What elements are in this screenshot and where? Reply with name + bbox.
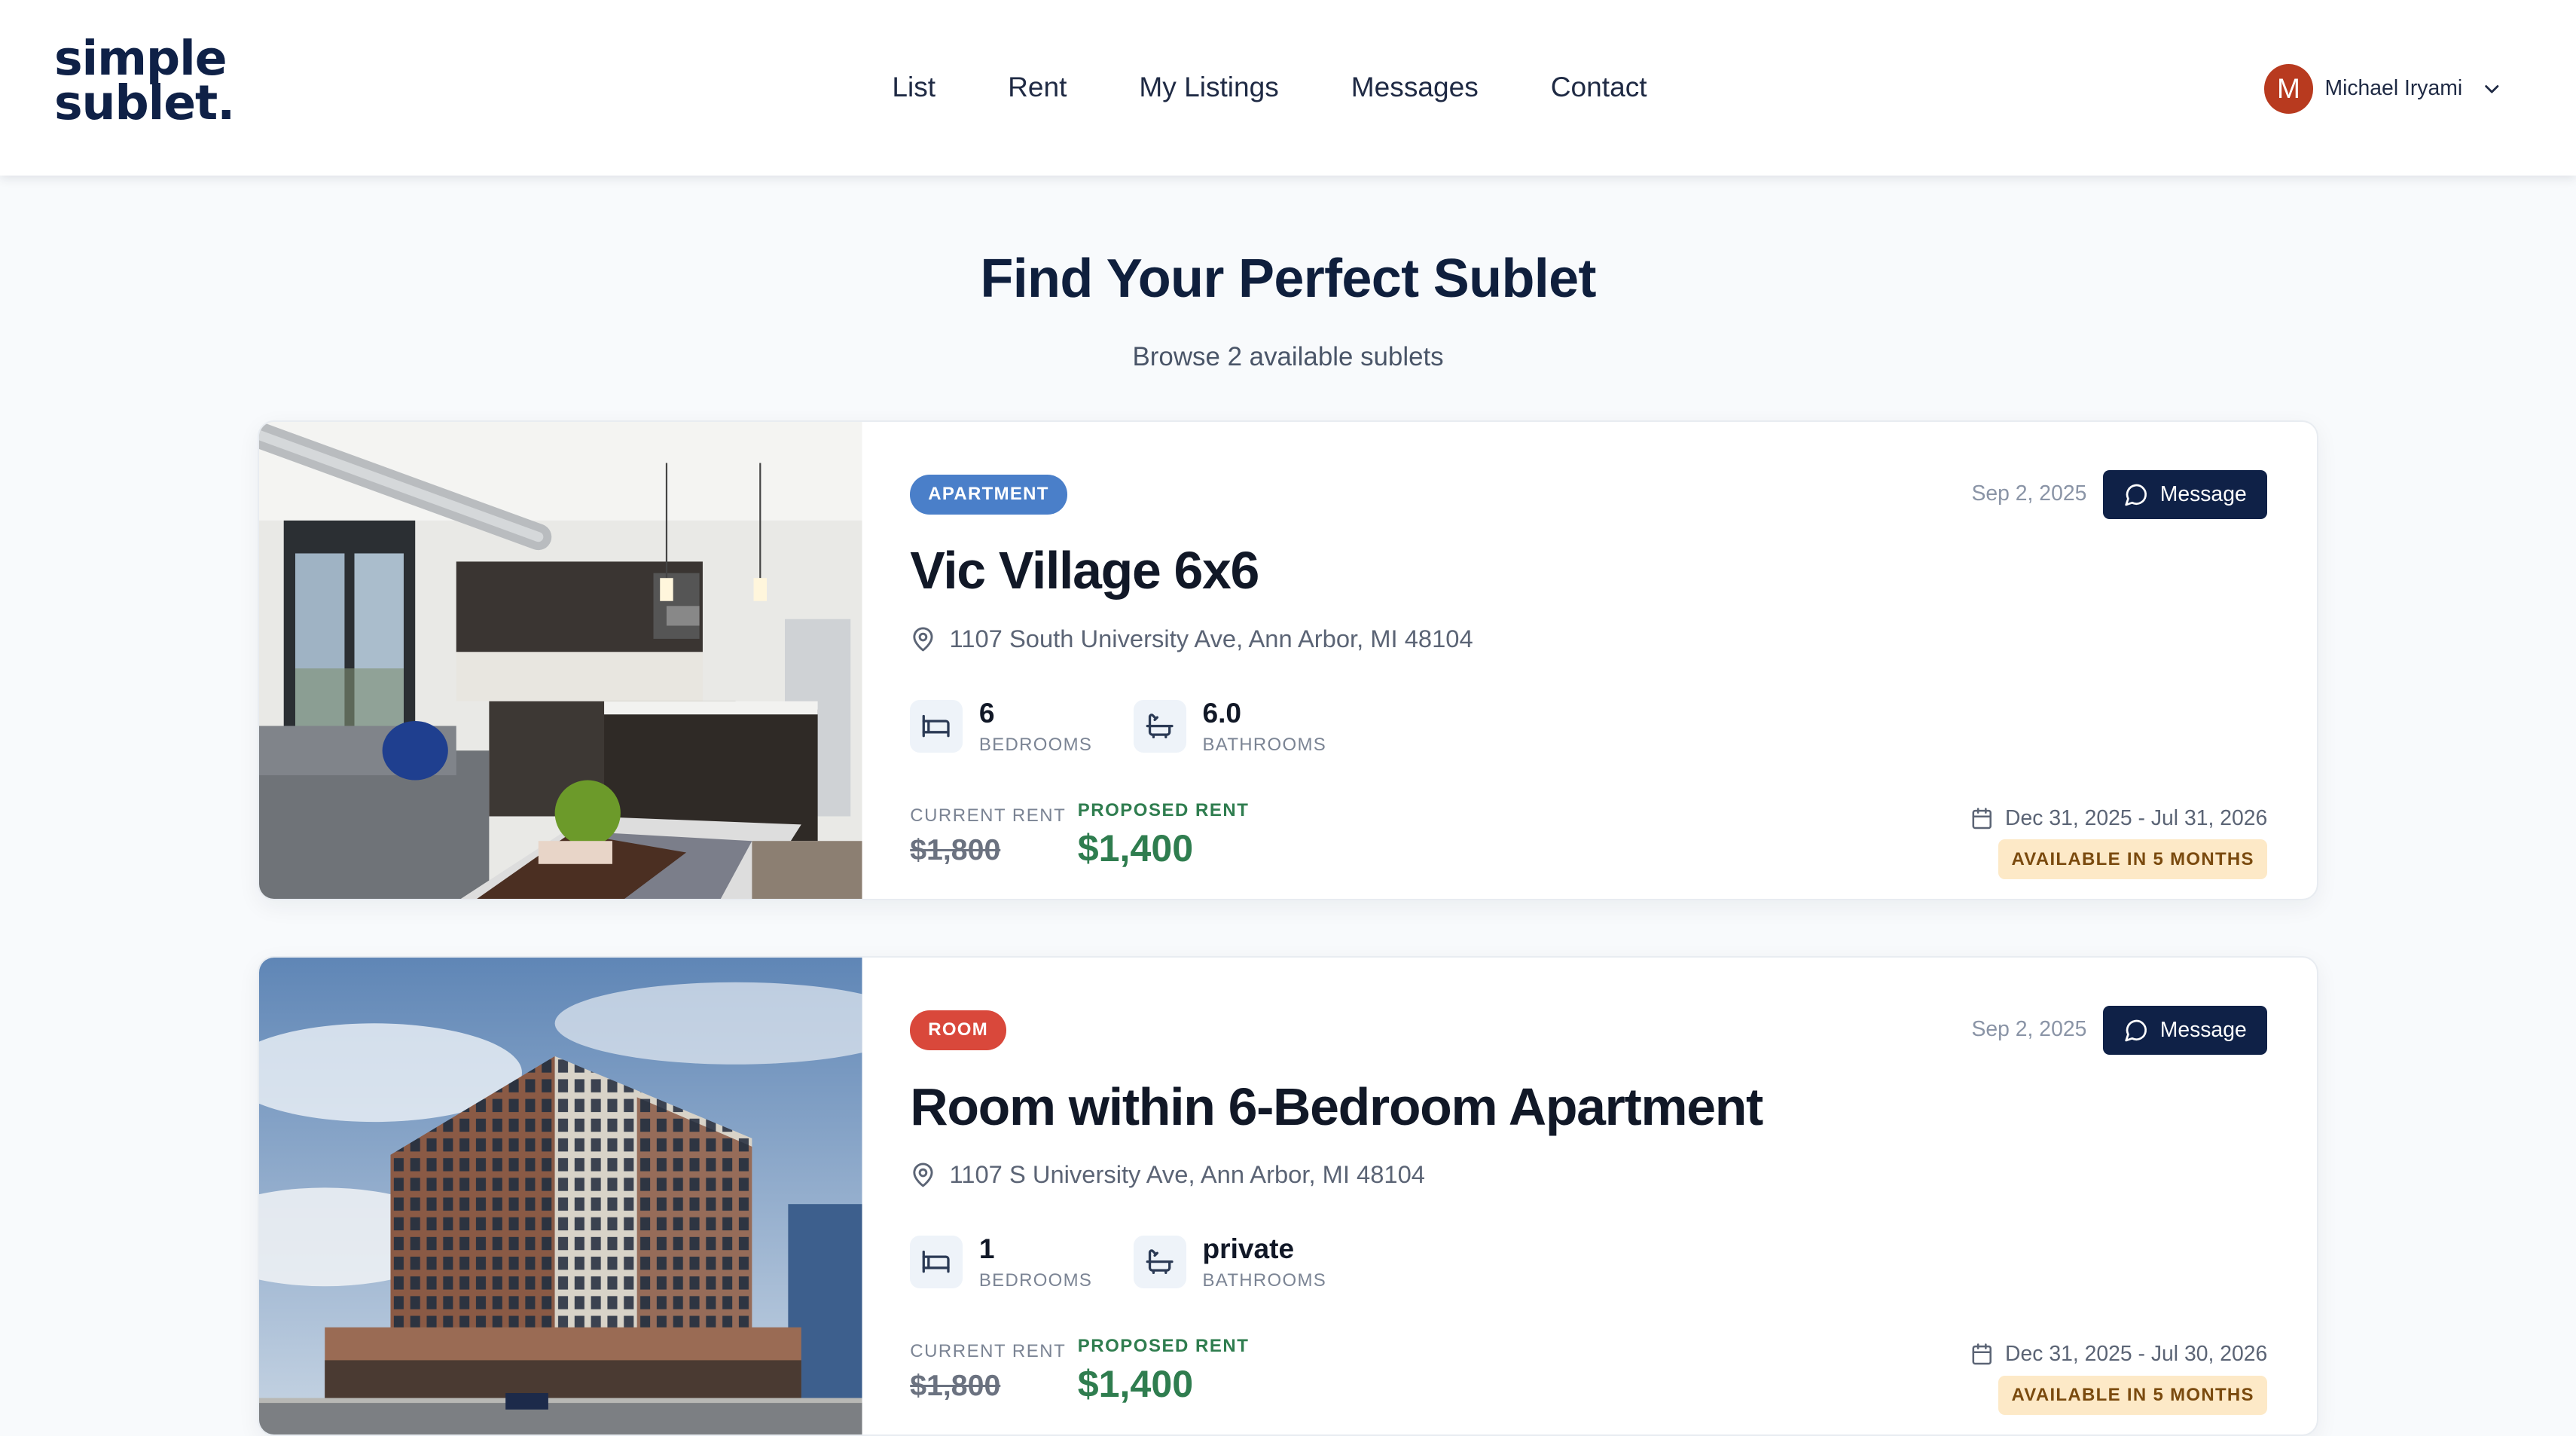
nav-my-listings[interactable]: My Listings — [1139, 69, 1278, 105]
bath-icon — [1133, 1236, 1186, 1288]
address-text: 1107 S University Ave, Ann Arbor, MI 481… — [949, 1160, 1425, 1189]
bedrooms-value: 6 — [978, 696, 995, 729]
message-button[interactable]: Message — [2103, 1005, 2268, 1056]
bedrooms-label: BEDROOMS — [978, 1269, 1093, 1291]
bathrooms-stat: 6.0 BATHROOMS — [1133, 696, 1327, 756]
bed-icon — [910, 700, 963, 753]
message-icon — [2125, 1019, 2147, 1042]
listing-title[interactable]: Room within 6-Bedroom Apartment — [910, 1077, 1763, 1137]
page-subtitle: Browse 2 available sublets — [1132, 341, 1444, 371]
kitchen-photo-image — [259, 422, 862, 900]
proposed-rent-label: PROPOSED RENT — [1077, 1336, 1250, 1357]
user-menu[interactable]: M Michael Iryami — [2263, 64, 2504, 114]
nav-list[interactable]: List — [892, 69, 935, 105]
calendar-icon — [1972, 808, 1992, 830]
building-photo-image — [259, 958, 862, 1435]
posted-date: Sep 2, 2025 — [1971, 481, 2087, 506]
proposed-rent-label: PROPOSED RENT — [1077, 800, 1250, 821]
map-pin-icon — [913, 627, 933, 652]
dates-text: Dec 31, 2025 - Jul 30, 2026 — [2005, 1341, 2268, 1366]
type-badge: APARTMENT — [910, 475, 1067, 515]
site-logo[interactable]: simple sublet. — [53, 34, 235, 130]
message-button[interactable]: Message — [2103, 469, 2268, 520]
proposed-rent-value: $1,400 — [1077, 1363, 1194, 1406]
message-button-label: Message — [2159, 1017, 2247, 1042]
dates-text: Dec 31, 2025 - Jul 31, 2026 — [2005, 805, 2268, 830]
listing-address: 1107 S University Ave, Ann Arbor, MI 481… — [910, 1159, 1425, 1192]
logo-line-2: sublet. — [53, 74, 235, 130]
posted-date: Sep 2, 2025 — [1971, 1017, 2087, 1041]
bathrooms-stat: private BATHROOMS — [1133, 1232, 1327, 1291]
availability-dates: Dec 31, 2025 - Jul 30, 2026 — [1970, 1340, 2267, 1369]
message-icon — [2125, 484, 2147, 506]
user-name: Michael Iryami — [2324, 76, 2463, 101]
bedrooms-label: BEDROOMS — [978, 734, 1093, 755]
listing-body: ROOM Sep 2, 2025 Message Room within 6-B… — [862, 958, 2317, 1434]
nav-messages[interactable]: Messages — [1351, 69, 1479, 105]
bathrooms-label: BATHROOMS — [1202, 734, 1327, 755]
availability-badge: AVAILABLE IN 5 MONTHS — [1998, 839, 2268, 879]
bed-icon — [910, 1236, 963, 1288]
listing-body: APARTMENT Sep 2, 2025 Message Vic Villag… — [862, 422, 2317, 899]
bedrooms-stat: 1 BEDROOMS — [910, 1233, 1092, 1291]
bathrooms-value: private — [1202, 1232, 1295, 1264]
listing-card[interactable]: APARTMENT Sep 2, 2025 Message Vic Villag… — [258, 420, 2318, 901]
main-nav: List Rent My Listings Messages Contact — [892, 69, 1647, 105]
calendar-icon — [1972, 1343, 1992, 1365]
bath-icon — [1133, 700, 1186, 753]
listing-card[interactable]: ROOM Sep 2, 2025 Message Room within 6-B… — [258, 956, 2318, 1436]
site-header: simple sublet. List Rent My Listings Mes… — [0, 0, 2576, 176]
listing-title[interactable]: Vic Village 6x6 — [910, 540, 1259, 600]
nav-contact[interactable]: Contact — [1551, 69, 1647, 105]
address-text: 1107 South University Ave, Ann Arbor, MI… — [949, 625, 1473, 653]
bathrooms-label: BATHROOMS — [1202, 1269, 1327, 1291]
current-rent-value: $1,800 — [910, 1368, 1001, 1402]
proposed-rent-value: $1,400 — [1077, 826, 1194, 869]
bedrooms-value: 1 — [978, 1232, 995, 1264]
page-title: Find Your Perfect Sublet — [980, 249, 1596, 310]
bathrooms-value: 6.0 — [1202, 696, 1242, 729]
availability-badge: AVAILABLE IN 5 MONTHS — [1998, 1375, 2268, 1415]
chevron-down-icon — [2485, 84, 2499, 93]
type-badge: ROOM — [910, 1010, 1007, 1050]
availability-dates: Dec 31, 2025 - Jul 31, 2026 — [1970, 803, 2267, 833]
listing-photo[interactable] — [259, 958, 862, 1435]
listing-photo[interactable] — [259, 422, 862, 900]
current-rent-label: CURRENT RENT — [910, 1340, 1067, 1361]
message-button-label: Message — [2159, 481, 2247, 506]
map-pin-icon — [913, 1163, 933, 1187]
nav-rent[interactable]: Rent — [1008, 69, 1067, 105]
avatar: M — [2263, 64, 2314, 114]
current-rent-value: $1,800 — [910, 833, 1001, 866]
current-rent-label: CURRENT RENT — [910, 805, 1067, 826]
listing-address: 1107 South University Ave, Ann Arbor, MI… — [910, 623, 1473, 656]
bedrooms-stat: 6 BEDROOMS — [910, 697, 1092, 756]
